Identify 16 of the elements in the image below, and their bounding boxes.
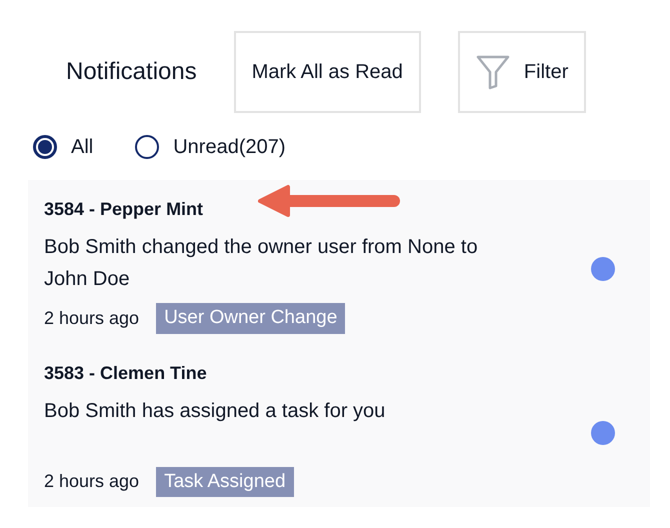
notification-time: 2 hours ago <box>44 470 140 494</box>
filter-icon <box>476 54 510 90</box>
filter-radio[interactable]: All <box>33 132 94 162</box>
filter-radio[interactable]: Unread(207) <box>135 132 286 162</box>
notification-time: 2 hours ago <box>44 306 140 330</box>
notification-message: Bob Smith has assigned a task for you <box>44 398 386 424</box>
filter-button[interactable]: Filter <box>458 31 586 113</box>
mark-all-read-button[interactable]: Mark All as Read <box>234 31 421 113</box>
page-title: Notifications <box>66 57 197 87</box>
notification-title: 3583 - Clemen Tine <box>44 362 208 384</box>
notification-tag: Task Assigned <box>156 466 294 497</box>
notification-message: Bob Smith changed the owner user from None to John Doe <box>44 235 479 292</box>
notification-title: 3584 - Pepper Mint <box>44 198 204 221</box>
notification-tag: User Owner Change <box>156 303 346 334</box>
radio-circle[interactable] <box>33 135 57 159</box>
radio-circle[interactable] <box>135 135 160 159</box>
